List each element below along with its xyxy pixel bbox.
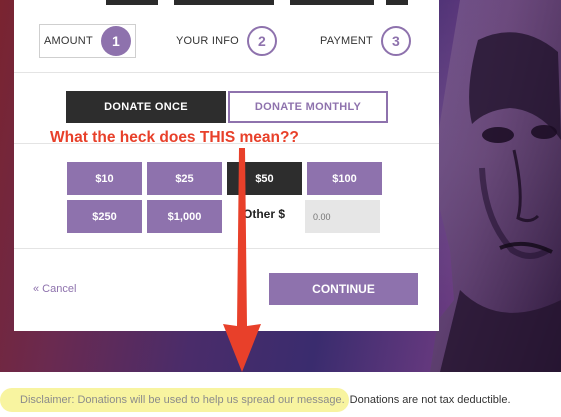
- annotation-arrow-icon: [223, 148, 261, 372]
- step-indicator: AMOUNT 1 YOUR INFO 2 PAYMENT 3: [14, 24, 439, 58]
- top-strip-mark: [106, 0, 158, 5]
- portrait-illustration: [430, 0, 561, 372]
- top-strip-mark: [290, 0, 374, 5]
- step-label: AMOUNT: [44, 35, 93, 47]
- step-label: YOUR INFO: [176, 35, 239, 47]
- step-payment[interactable]: PAYMENT 3: [320, 24, 411, 58]
- top-strip-mark: [386, 0, 408, 5]
- step-number: 1: [100, 26, 131, 56]
- step-label: PAYMENT: [320, 35, 373, 47]
- disclaimer-text: Donations are not tax deductible.: [349, 394, 511, 406]
- donate-monthly-button[interactable]: DONATE MONTHLY: [228, 91, 388, 123]
- continue-button[interactable]: CONTINUE: [269, 273, 418, 305]
- top-strip-mark: [174, 0, 274, 5]
- divider: [14, 72, 439, 73]
- step-number: 3: [380, 26, 411, 56]
- cancel-link[interactable]: « Cancel: [33, 283, 76, 295]
- amount-option-100[interactable]: $100: [307, 162, 382, 195]
- donate-once-button[interactable]: DONATE ONCE: [66, 91, 226, 123]
- amount-option-10[interactable]: $10: [67, 162, 142, 195]
- annotation-text: What the heck does THIS mean??: [50, 129, 299, 146]
- card-top-strip: [14, 0, 439, 7]
- step-amount[interactable]: AMOUNT 1: [39, 24, 136, 58]
- amount-option-250[interactable]: $250: [67, 200, 142, 233]
- amount-option-25[interactable]: $25: [147, 162, 222, 195]
- disclaimer-highlighted-text: Disclaimer: Donations will be used to he…: [0, 388, 349, 412]
- disclaimer: Disclaimer: Donations will be used to he…: [0, 386, 561, 414]
- amount-option-1000[interactable]: $1,000: [147, 200, 222, 233]
- other-amount-input[interactable]: [305, 200, 380, 233]
- step-number: 2: [246, 26, 277, 56]
- step-your-info[interactable]: YOUR INFO 2: [176, 24, 277, 58]
